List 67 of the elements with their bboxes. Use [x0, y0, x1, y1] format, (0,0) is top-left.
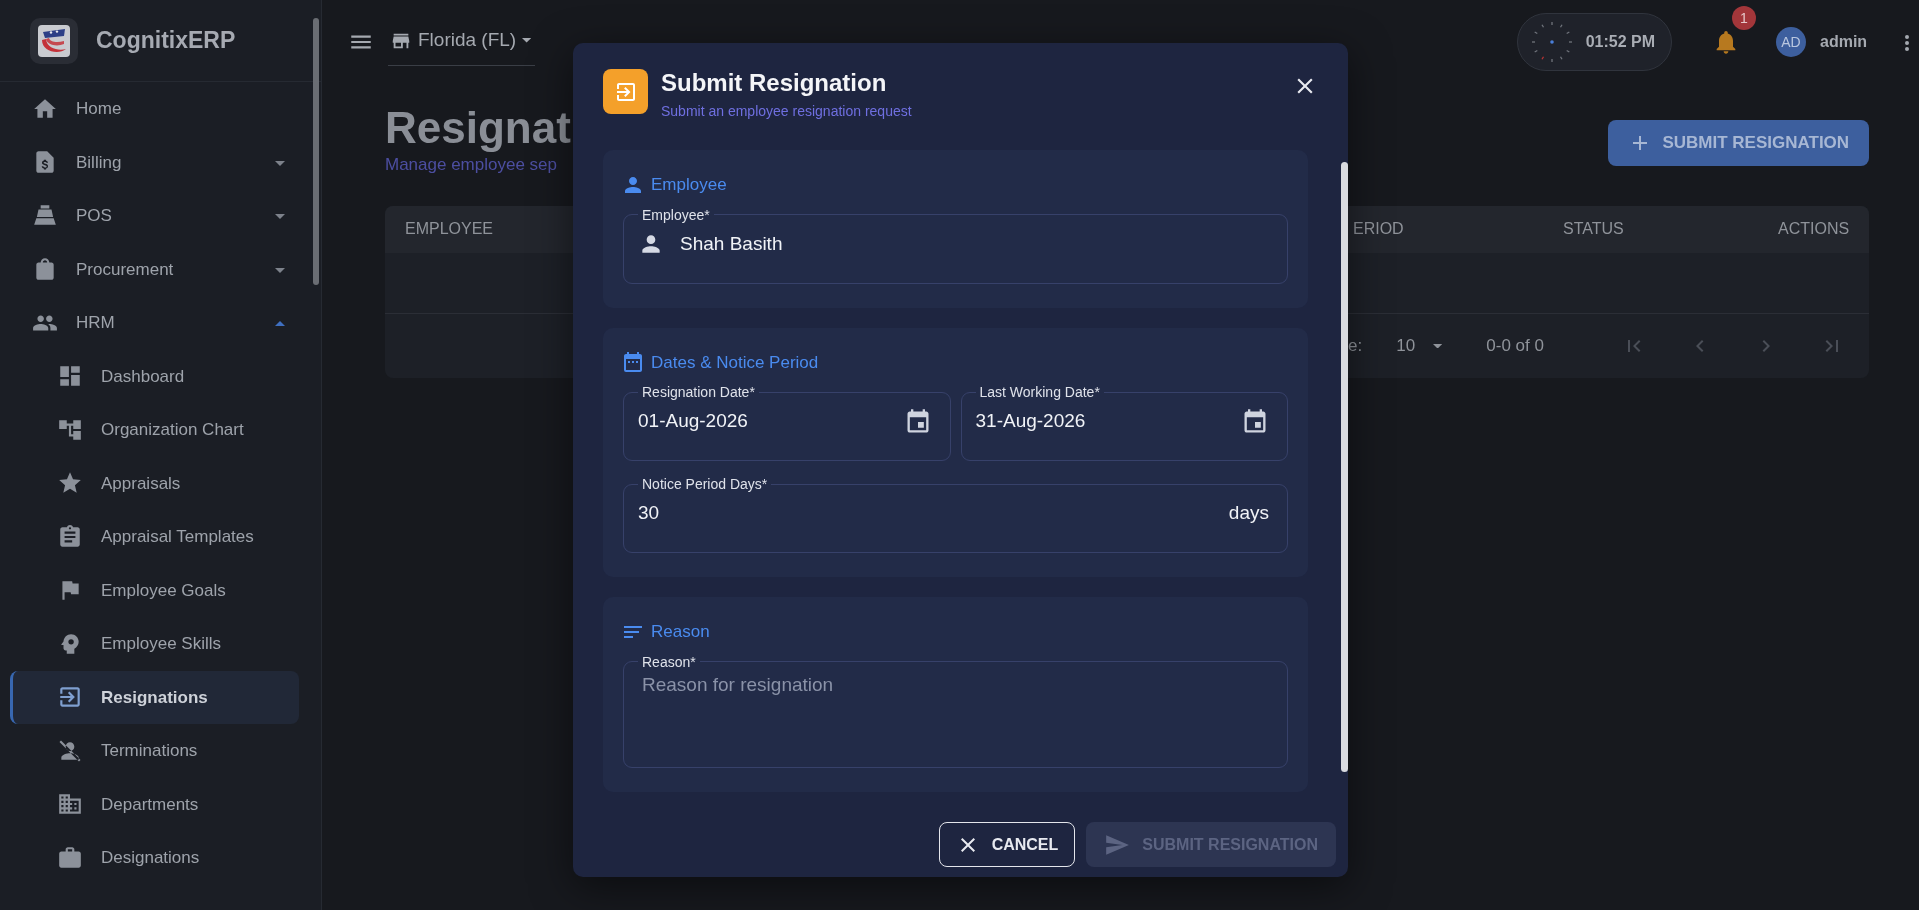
expand-caret-icon — [275, 214, 285, 219]
dialog-title: Submit Resignation — [661, 70, 888, 97]
clock-time: 01:52 PM — [1585, 32, 1655, 52]
sidebar-item[interactable]: Terminations — [10, 724, 299, 778]
sidebar-item[interactable]: Employee Goals — [10, 563, 299, 617]
caret-icon — [1433, 343, 1443, 349]
rows-per-page-label: e: — [1348, 335, 1363, 358]
sidebar-item[interactable]: Billing — [0, 135, 299, 189]
field-label: Reason* — [641, 654, 697, 669]
expand-caret-icon — [275, 267, 285, 273]
input-field[interactable]: Notice Period Days* 30 days — [623, 477, 1288, 553]
column-header: ACTIONS — [1778, 220, 1850, 238]
expand-caret-icon — [275, 160, 285, 166]
pagination-range: 0-0 of 0 — [1486, 335, 1544, 358]
page-title: Resignat — [385, 104, 571, 153]
location-selector[interactable]: Florida (FL) — [388, 18, 536, 66]
resignation-icon — [603, 69, 648, 114]
page-subtitle: Manage employee sep — [385, 154, 558, 177]
text-input[interactable]: 01-Aug-2026 — [638, 407, 888, 436]
caret-icon — [522, 38, 532, 43]
sidebar-item[interactable]: Dashboard — [10, 349, 299, 403]
user-name: admin — [1820, 32, 1868, 52]
field-label: Last Working Date* — [978, 385, 1101, 399]
field-label: Employee* — [641, 207, 711, 222]
scrollbar[interactable] — [1341, 162, 1348, 772]
sidebar-item[interactable]: Departments — [10, 777, 299, 831]
column-header: EMPLOYEE — [405, 220, 494, 238]
column-header: ERIOD — [1353, 220, 1404, 238]
text-input[interactable]: 31-Aug-2026 — [975, 407, 1225, 436]
field-label: Resignation Date* — [641, 385, 756, 399]
section-heading: Reason — [651, 621, 710, 643]
input-field[interactable]: Employee* Shah Basith — [623, 207, 1288, 284]
column-header: STATUS — [1563, 220, 1624, 238]
input-field[interactable]: Last Working Date* 31-Aug-2026 — [960, 385, 1288, 461]
clock-dial-icon — [1529, 20, 1574, 64]
sidebar-item[interactable]: Procurement — [0, 242, 299, 296]
user-avatar[interactable]: AD — [1776, 27, 1806, 57]
input-field[interactable]: Reason* Reason for resignation — [623, 654, 1288, 768]
briefcase-icon — [57, 844, 83, 871]
input-field[interactable]: Resignation Date* 01-Aug-2026 — [623, 385, 951, 461]
sidebar-item[interactable]: Organization Chart — [10, 403, 299, 457]
section-heading: Employee — [651, 174, 727, 196]
cancel-button[interactable]: CANCEL — [938, 822, 1076, 867]
section-heading: Dates & Notice Period — [651, 351, 819, 374]
notification-count: 1 — [1732, 6, 1756, 30]
text-input[interactable]: 30 — [638, 499, 1213, 528]
sidebar-item[interactable]: Appraisals — [10, 456, 299, 510]
sidebar-item[interactable]: Appraisal Templates — [10, 510, 299, 564]
rows-per-page-select[interactable]: 10 — [1396, 333, 1443, 359]
sidebar-item[interactable]: Resignations — [10, 670, 299, 724]
scrollbar[interactable] — [313, 18, 319, 285]
sidebar-item[interactable]: POS — [0, 189, 299, 243]
calendar-icon — [621, 350, 645, 375]
text-input[interactable]: Shah Basith — [680, 229, 1269, 259]
collapse-caret-icon — [275, 321, 285, 326]
more-icon — [1905, 34, 1910, 51]
sidebar-item[interactable]: Employee Skills — [10, 617, 299, 671]
sidebar-item[interactable]: Home — [0, 82, 299, 136]
dialog-subtitle: Submit an employee resignation request — [661, 102, 912, 122]
text-area[interactable]: Reason for resignation — [642, 670, 1269, 731]
sidebar-item[interactable]: HRM — [0, 296, 299, 350]
logo — [30, 17, 78, 64]
sidebar-item[interactable]: Designations — [10, 831, 299, 885]
field-label: Notice Period Days* — [641, 477, 769, 491]
unit-label: days — [1228, 501, 1269, 526]
brand-name: CognitixERP — [96, 26, 236, 56]
clipboard-icon — [57, 523, 83, 550]
